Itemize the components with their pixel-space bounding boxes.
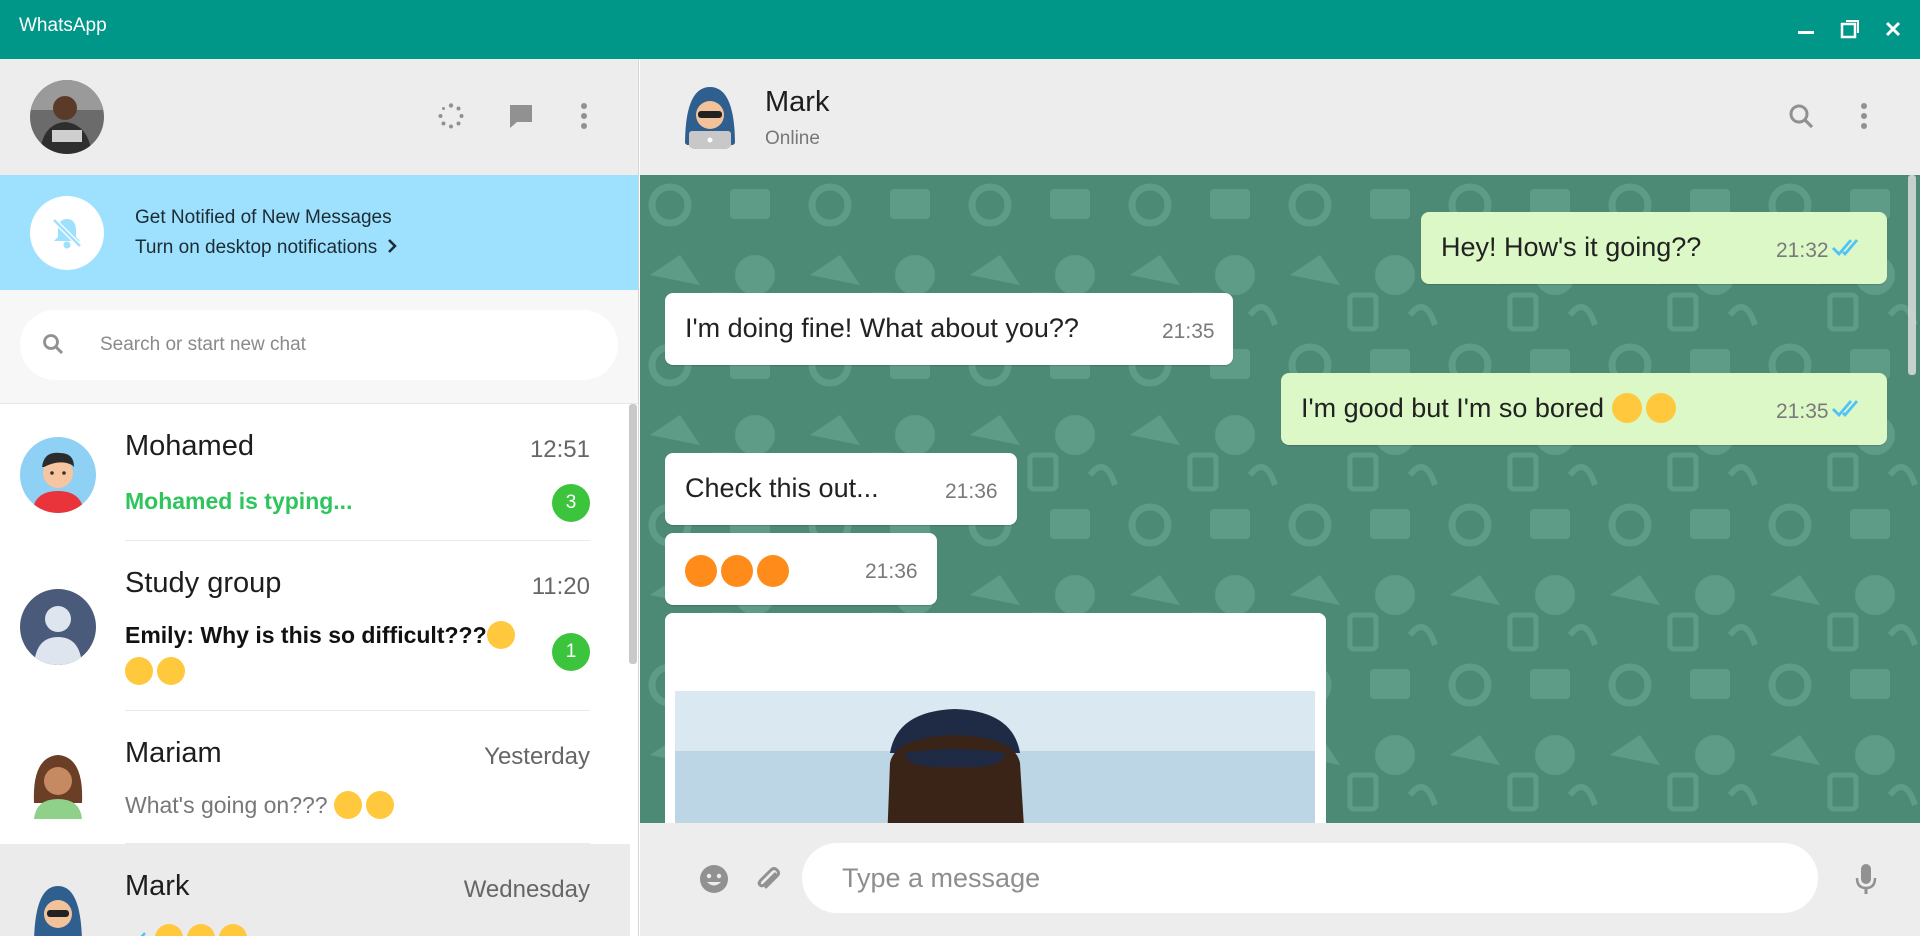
chat-name: Mariam <box>125 737 222 769</box>
chat-item-mohamed[interactable]: Mohamed 12:51 Mohamed is typing... 3 <box>0 404 630 541</box>
last-message-preview: Emily: Why is this so difficult??? <box>125 617 545 689</box>
enable-notifications-link[interactable]: Turn on desktop notifications <box>135 237 397 259</box>
weary-emoji <box>125 657 153 685</box>
message-text: I'm good but I'm so bored <box>1301 393 1680 424</box>
avatar <box>20 437 96 513</box>
chat-list: Mohamed 12:51 Mohamed is typing... 3 Stu… <box>0 404 630 936</box>
conversation-header: Mark Online <box>640 59 1920 175</box>
contact-name: Mark <box>765 86 830 118</box>
image-message[interactable] <box>665 613 1326 823</box>
message-time: 21:35 <box>1162 320 1215 343</box>
new-chat-icon[interactable] <box>506 101 536 131</box>
weary-emoji <box>486 621 515 649</box>
contact-avatar[interactable] <box>673 79 747 153</box>
check-icon <box>140 932 146 936</box>
last-message-text: What's going on??? <box>125 792 328 818</box>
read-ticks-icon <box>1832 400 1859 418</box>
kissing-emoji <box>1645 393 1676 423</box>
group-avatar <box>20 589 96 665</box>
avatar <box>20 876 96 936</box>
chat-name: Mohamed <box>125 430 254 462</box>
message-text-content: I'm good but I'm so bored <box>1301 393 1604 423</box>
message-text <box>685 555 793 588</box>
chat-time: 12:51 <box>529 436 590 463</box>
enable-notifications-label: Turn on desktop notifications <box>135 237 378 258</box>
message-time: 21:36 <box>945 480 998 503</box>
conversation-panel: Hey! How's it going?? 21:32 I'm doing fi… <box>640 175 1920 823</box>
typing-indicator: Mohamed is typing... <box>125 488 353 514</box>
notification-title: Get Notified of New Messages <box>135 207 392 228</box>
message-time: 21:32 <box>1776 239 1829 262</box>
title-bar: WhatsApp <box>0 0 1920 59</box>
chat-time: Yesterday <box>484 743 590 770</box>
chat-list-pane: Get Notified of New Messages Turn on des… <box>0 59 639 936</box>
search-input[interactable] <box>100 310 600 380</box>
chat-item-mark[interactable]: Mark Wednesday <box>0 844 630 936</box>
my-avatar[interactable] <box>30 80 104 154</box>
chat-list-scrollbar[interactable] <box>629 404 637 664</box>
menu-icon[interactable] <box>1849 101 1879 131</box>
photo-of-person[interactable] <box>665 613 1326 823</box>
message-text: Hey! How's it going?? <box>1441 232 1702 262</box>
bell-off-icon <box>30 196 104 270</box>
attach-icon[interactable] <box>751 862 785 896</box>
menu-icon[interactable] <box>569 101 599 131</box>
message-incoming[interactable]: 21:36 <box>665 533 937 605</box>
last-message-text: Emily: Why is this so difficult??? <box>125 622 487 648</box>
laughing-emoji <box>155 924 184 936</box>
chat-name: Study group <box>125 567 282 599</box>
laughing-emoji <box>219 924 248 936</box>
vulcan-salute-emoji <box>333 791 362 819</box>
search-bar <box>0 290 638 404</box>
search-icon[interactable] <box>1786 101 1816 131</box>
message-incoming[interactable]: I'm doing fine! What about you?? 21:35 <box>665 293 1233 365</box>
chat-time: 11:20 <box>531 573 590 600</box>
message-text: Check this out... <box>685 473 879 503</box>
chat-item-study-group[interactable]: Study group 11:20 Emily: Why is this so … <box>0 541 630 711</box>
close-icon[interactable] <box>1882 18 1904 40</box>
message-incoming[interactable]: Check this out... 21:36 <box>665 453 1017 525</box>
read-ticks-icon <box>1832 239 1859 257</box>
search-box <box>20 310 618 380</box>
message-text: I'm doing fine! What about you?? <box>685 313 1079 343</box>
unread-badge: 3 <box>552 484 590 522</box>
last-message-preview: What's going on??? <box>125 791 398 819</box>
chat-name: Mark <box>125 870 190 902</box>
notification-banner[interactable]: Get Notified of New Messages Turn on des… <box>0 175 638 290</box>
last-message-preview <box>125 924 251 936</box>
search-icon[interactable] <box>42 333 64 355</box>
weary-emoji <box>157 657 185 685</box>
unread-badge: 1 <box>552 633 590 671</box>
chat-item-mariam[interactable]: Mariam Yesterday What's going on??? <box>0 711 630 844</box>
status-icon[interactable] <box>436 101 466 131</box>
kissing-emoji <box>1611 393 1642 423</box>
avatar <box>20 743 96 819</box>
contact-status: Online <box>765 128 820 149</box>
chevron-right-icon <box>387 239 397 253</box>
message-time: 21:36 <box>865 560 918 583</box>
message-outgoing[interactable]: I'm good but I'm so bored 21:35 <box>1281 373 1887 445</box>
message-composer <box>640 823 1920 936</box>
laughing-emoji <box>187 924 216 936</box>
profile-header <box>0 59 638 175</box>
vulcan-salute-emoji <box>365 791 394 819</box>
minimize-icon[interactable] <box>1795 18 1817 40</box>
emoji-icon[interactable] <box>697 862 731 896</box>
conversation-scrollbar[interactable] <box>1908 175 1916 375</box>
chat-time: Wednesday <box>463 876 590 903</box>
message-input[interactable] <box>802 843 1818 913</box>
squinting-tongue-emoji <box>685 555 717 587</box>
message-outgoing[interactable]: Hey! How's it going?? 21:32 <box>1421 212 1887 284</box>
app-title: WhatsApp <box>19 15 107 36</box>
squinting-tongue-emoji <box>721 555 753 587</box>
microphone-icon[interactable] <box>1853 861 1879 897</box>
squinting-tongue-emoji <box>757 555 789 587</box>
message-time: 21:35 <box>1776 400 1829 423</box>
maximize-icon[interactable] <box>1839 18 1861 40</box>
